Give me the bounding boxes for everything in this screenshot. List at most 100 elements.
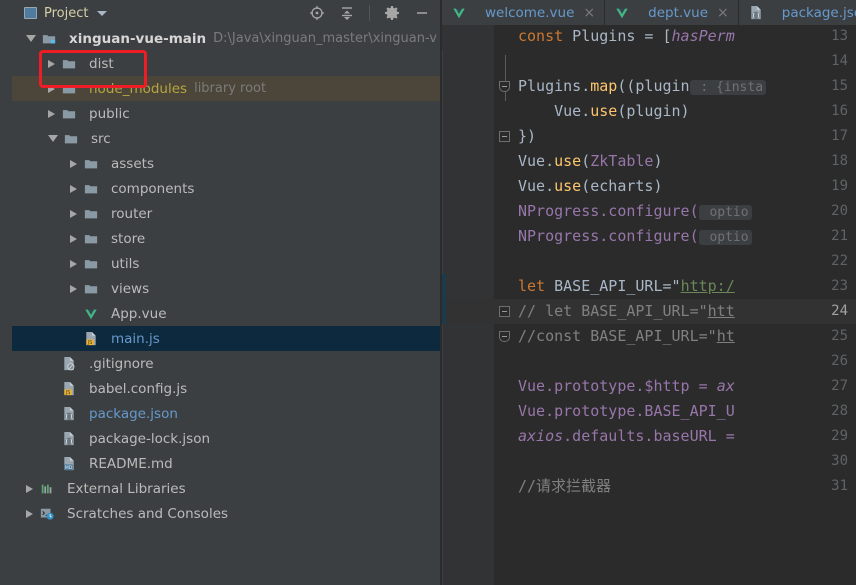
tree-item-babel-config-js[interactable]: JS babel.config.js [12,376,440,401]
tree-item-store[interactable]: store [12,226,440,251]
project-title-group[interactable]: Project [12,5,108,21]
line-number: 18 [831,153,848,169]
code-line-28[interactable]: Vue.prototype.BASE_API_U [518,399,735,424]
chevron-down-icon[interactable] [26,35,36,42]
code-line-19[interactable]: Vue.use(echarts) [518,174,663,199]
code-line-25[interactable]: //const BASE_API_URL="ht [518,324,735,349]
tree-item-sublabel: library root [194,81,267,96]
tree-item-node-modules[interactable]: node_modules library root [12,76,440,101]
code-line-18[interactable]: Vue.use(ZkTable) [518,149,663,174]
collapse-all-icon[interactable] [339,5,355,21]
code-line-23[interactable]: let BASE_API_URL="http:/ [518,274,735,299]
chevron-down-icon[interactable] [97,10,108,16]
chevron-right-icon[interactable] [48,84,55,93]
chevron-right-icon[interactable] [26,484,33,493]
tree-item-label: README.md [89,455,173,472]
libraries-icon [39,482,61,496]
gear-icon[interactable] [384,5,400,21]
tree-item-src[interactable]: src [12,126,440,151]
code-line-24[interactable]: // let BASE_API_URL="htt [518,299,735,324]
close-icon[interactable]: × [717,5,729,21]
tree-item-dist[interactable]: dist [12,51,440,76]
line-number: 21 [831,228,848,244]
tool-strip-item-build[interactable]: Build [0,300,1,420]
code-line-13[interactable]: const Plugins = [hasPerm [518,24,735,49]
code-fold-toggle[interactable] [499,81,510,92]
code-line-15[interactable]: Plugins.map((plugin : {insta [518,74,767,99]
tree-item-label: node_modules [89,80,188,97]
code-fold-toggle[interactable] [499,331,510,342]
chevron-right-icon[interactable] [70,234,77,243]
tree-item-assets[interactable]: assets [12,151,440,176]
folder-icon [83,232,105,246]
tree-item-label: router [111,205,153,222]
tree-item-app-vue[interactable]: App.vue [12,301,440,326]
chevron-right-icon[interactable] [48,59,55,68]
project-panel-title: Project [44,5,89,21]
tree-item-external-libraries[interactable]: External Libraries [12,476,440,501]
chevron-right-icon[interactable] [70,284,77,293]
line-number: 14 [831,53,848,69]
chevron-right-icon[interactable] [70,159,77,168]
code-line-27[interactable]: Vue.prototype.$http = ax [518,374,735,399]
editor-tab-label: dept.vue [648,4,709,21]
chevron-down-icon[interactable] [48,135,58,142]
tree-item-label: package.json [89,405,178,422]
tree-item-public[interactable]: public [12,101,440,126]
close-icon[interactable]: × [583,5,595,21]
tree-item-package-json[interactable]: package.json [12,401,440,426]
tree-item-label: utils [111,255,140,272]
tree-item-scratches-and-consoles[interactable]: Scratches and Consoles [12,501,440,526]
line-number: 23 [831,278,848,294]
line-number: 17 [831,128,848,144]
tree-item-gitignore[interactable]: .gitignore [12,351,440,376]
editor-tab-package-json[interactable]: package.json [739,0,856,25]
code-fold-toggle[interactable] [499,306,510,317]
chevron-right-icon[interactable] [70,184,77,193]
js-file-icon: JS [61,381,83,396]
line-number: 22 [831,253,848,269]
tree-item-utils[interactable]: utils [12,251,440,276]
code-line-16[interactable]: Vue.use(plugin) [518,99,689,124]
tree-item-readme-md[interactable]: MD README.md [12,451,440,476]
project-tree[interactable]: xinguan-vue-main D:\Java\xinguan_master\x… [12,26,440,585]
project-tool-window: Project xinguan-vue-main D:\Java\xinguan… [12,0,440,585]
tree-item-main-js[interactable]: JS main.js [12,326,440,351]
locate-icon[interactable] [309,5,325,21]
line-number: 15 [831,78,848,94]
editor-tab-welcome-vue[interactable]: welcome.vue × [442,0,606,25]
tree-item-router[interactable]: router [12,201,440,226]
tree-item-views[interactable]: views [12,276,440,301]
code-line-20[interactable]: NProgress.configure( optio [518,199,752,224]
tree-item-label: xinguan-vue-main [69,30,207,47]
code-line-29[interactable]: axios.defaults.baseURL = [518,424,744,449]
tree-item-components[interactable]: components [12,176,440,201]
svg-text:JS: JS [65,390,71,396]
chevron-right-icon[interactable] [70,259,77,268]
tool-strip-item-structure[interactable]: Structure [0,0,1,120]
tree-item-label: views [111,280,150,297]
scratches-icon [39,507,61,521]
code-line-31[interactable]: //请求拦截器 [518,474,611,499]
folder-icon [63,132,85,146]
minimize-icon[interactable] [414,5,430,21]
editor-tab-dept-vue[interactable]: dept.vue × [605,0,739,25]
folder-icon [83,282,105,296]
code-editor[interactable]: 13 const Plugins = [hasPerm 14 15 Plugins.ma… [442,25,856,585]
changed-lines-marker [442,274,446,324]
tree-item-label: package-lock.json [89,430,211,447]
chevron-right-icon[interactable] [48,109,55,118]
chevron-right-icon[interactable] [70,209,77,218]
tree-item-label: components [111,180,195,197]
editor-area: welcome.vue × dept.vue × package.json 13 cons… [442,0,856,585]
tree-item-label: public [89,105,130,122]
svg-text:JS: JS [87,340,93,346]
code-line-21[interactable]: NProgress.configure( optio [518,224,752,249]
code-line-17[interactable]: }) [518,124,536,149]
chevron-right-icon[interactable] [26,509,33,518]
code-fold-toggle[interactable] [499,131,510,142]
tree-item-xinguan-vue-main[interactable]: xinguan-vue-main D:\Java\xinguan_master\x… [12,26,440,51]
tool-strip-item-favorites[interactable]: Favorites [0,135,1,255]
tree-item-label: main.js [111,330,160,347]
tree-item-package-lock-json[interactable]: package-lock.json [12,426,440,451]
